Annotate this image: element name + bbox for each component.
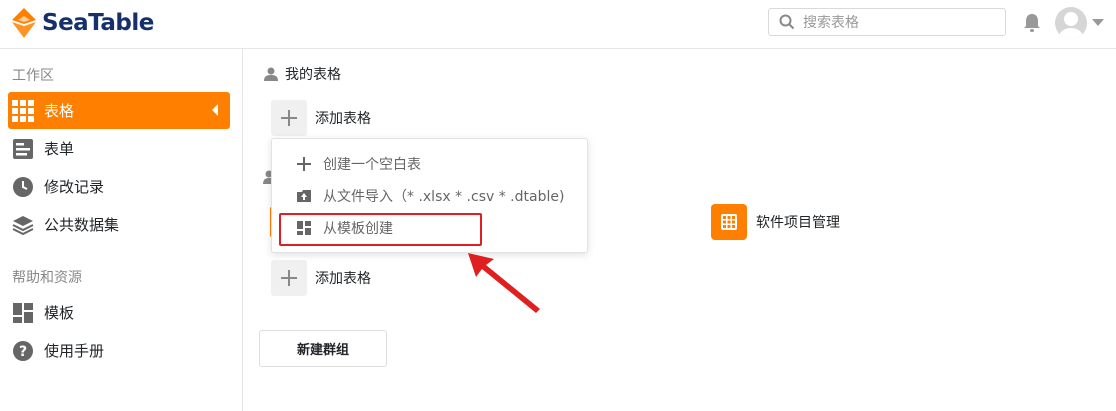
group-add-table-button[interactable]: 添加表格 xyxy=(271,260,371,296)
sidebar-item-forms[interactable]: 表单 xyxy=(8,130,230,167)
sidebar-item-templates[interactable]: 模板 xyxy=(8,294,230,331)
import-icon xyxy=(296,189,312,203)
menu-item-import-file[interactable]: 从文件导入（* .xlsx * .csv * .dtable) xyxy=(272,181,587,211)
plus-icon[interactable] xyxy=(271,260,307,296)
sidebar-item-label: 修改记录 xyxy=(44,178,105,196)
avatar[interactable] xyxy=(1055,7,1087,39)
user-avatar-icon xyxy=(1059,12,1083,39)
sidebar-item-manual[interactable]: ? 使用手册 xyxy=(8,332,230,369)
table-name: 软件项目管理 xyxy=(756,215,840,231)
workspace-title: 工作区 xyxy=(12,68,54,84)
sidebar-item-history[interactable]: 修改记录 xyxy=(8,168,230,205)
annotation-highlight-box xyxy=(279,213,482,246)
menu-item-label: 从文件导入（* .xlsx * .csv * .dtable) xyxy=(323,189,565,205)
menu-item-create-blank[interactable]: 创建一个空白表 xyxy=(272,149,587,179)
layers-icon xyxy=(12,214,34,236)
search-icon xyxy=(779,14,795,30)
my-tables-title: 我的表格 xyxy=(285,67,341,83)
template-icon xyxy=(12,302,34,324)
table-icon xyxy=(711,204,747,240)
seatable-logo-icon xyxy=(12,8,36,38)
form-icon xyxy=(12,138,34,160)
my-tables-header: 我的表格 xyxy=(264,64,341,84)
add-table-label: 添加表格 xyxy=(315,271,371,287)
svg-text:?: ? xyxy=(19,344,27,360)
menu-item-label: 创建一个空白表 xyxy=(323,157,421,173)
logo[interactable]: SeaTable xyxy=(12,8,154,38)
table-card[interactable]: 软件项目管理 xyxy=(711,204,840,240)
sidebar-item-label: 表格 xyxy=(44,102,75,120)
sidebar: 工作区 表格 表单 修改记录 公共数据集 帮助和资源 模板 ? 使用手册 xyxy=(0,49,243,411)
annotation-arrow-icon xyxy=(468,253,540,313)
bell-icon[interactable] xyxy=(1022,13,1042,33)
help-resources-title: 帮助和资源 xyxy=(12,270,82,286)
sidebar-item-datasets[interactable]: 公共数据集 xyxy=(8,206,230,243)
logo-text: SeaTable xyxy=(42,10,154,36)
sidebar-item-label: 公共数据集 xyxy=(44,216,120,234)
search-box[interactable] xyxy=(768,8,1006,36)
sidebar-item-label: 模板 xyxy=(44,304,75,322)
clock-icon xyxy=(12,176,34,198)
chevron-down-icon[interactable] xyxy=(1092,19,1104,27)
top-bar: SeaTable xyxy=(0,0,1116,49)
help-icon: ? xyxy=(12,340,34,362)
search-input[interactable] xyxy=(801,12,1001,34)
collapse-caret-icon[interactable] xyxy=(212,104,218,116)
grid-icon xyxy=(12,99,34,122)
user-icon xyxy=(264,67,278,81)
add-table-label: 添加表格 xyxy=(315,111,371,127)
sidebar-item-tables[interactable]: 表格 xyxy=(8,92,230,129)
add-table-button[interactable]: 添加表格 xyxy=(271,100,371,136)
plus-icon xyxy=(296,157,312,171)
sidebar-item-label: 使用手册 xyxy=(44,342,105,360)
sidebar-item-label: 表单 xyxy=(44,140,75,158)
plus-icon[interactable] xyxy=(271,100,307,136)
new-group-button[interactable]: 新建群组 xyxy=(259,330,387,367)
